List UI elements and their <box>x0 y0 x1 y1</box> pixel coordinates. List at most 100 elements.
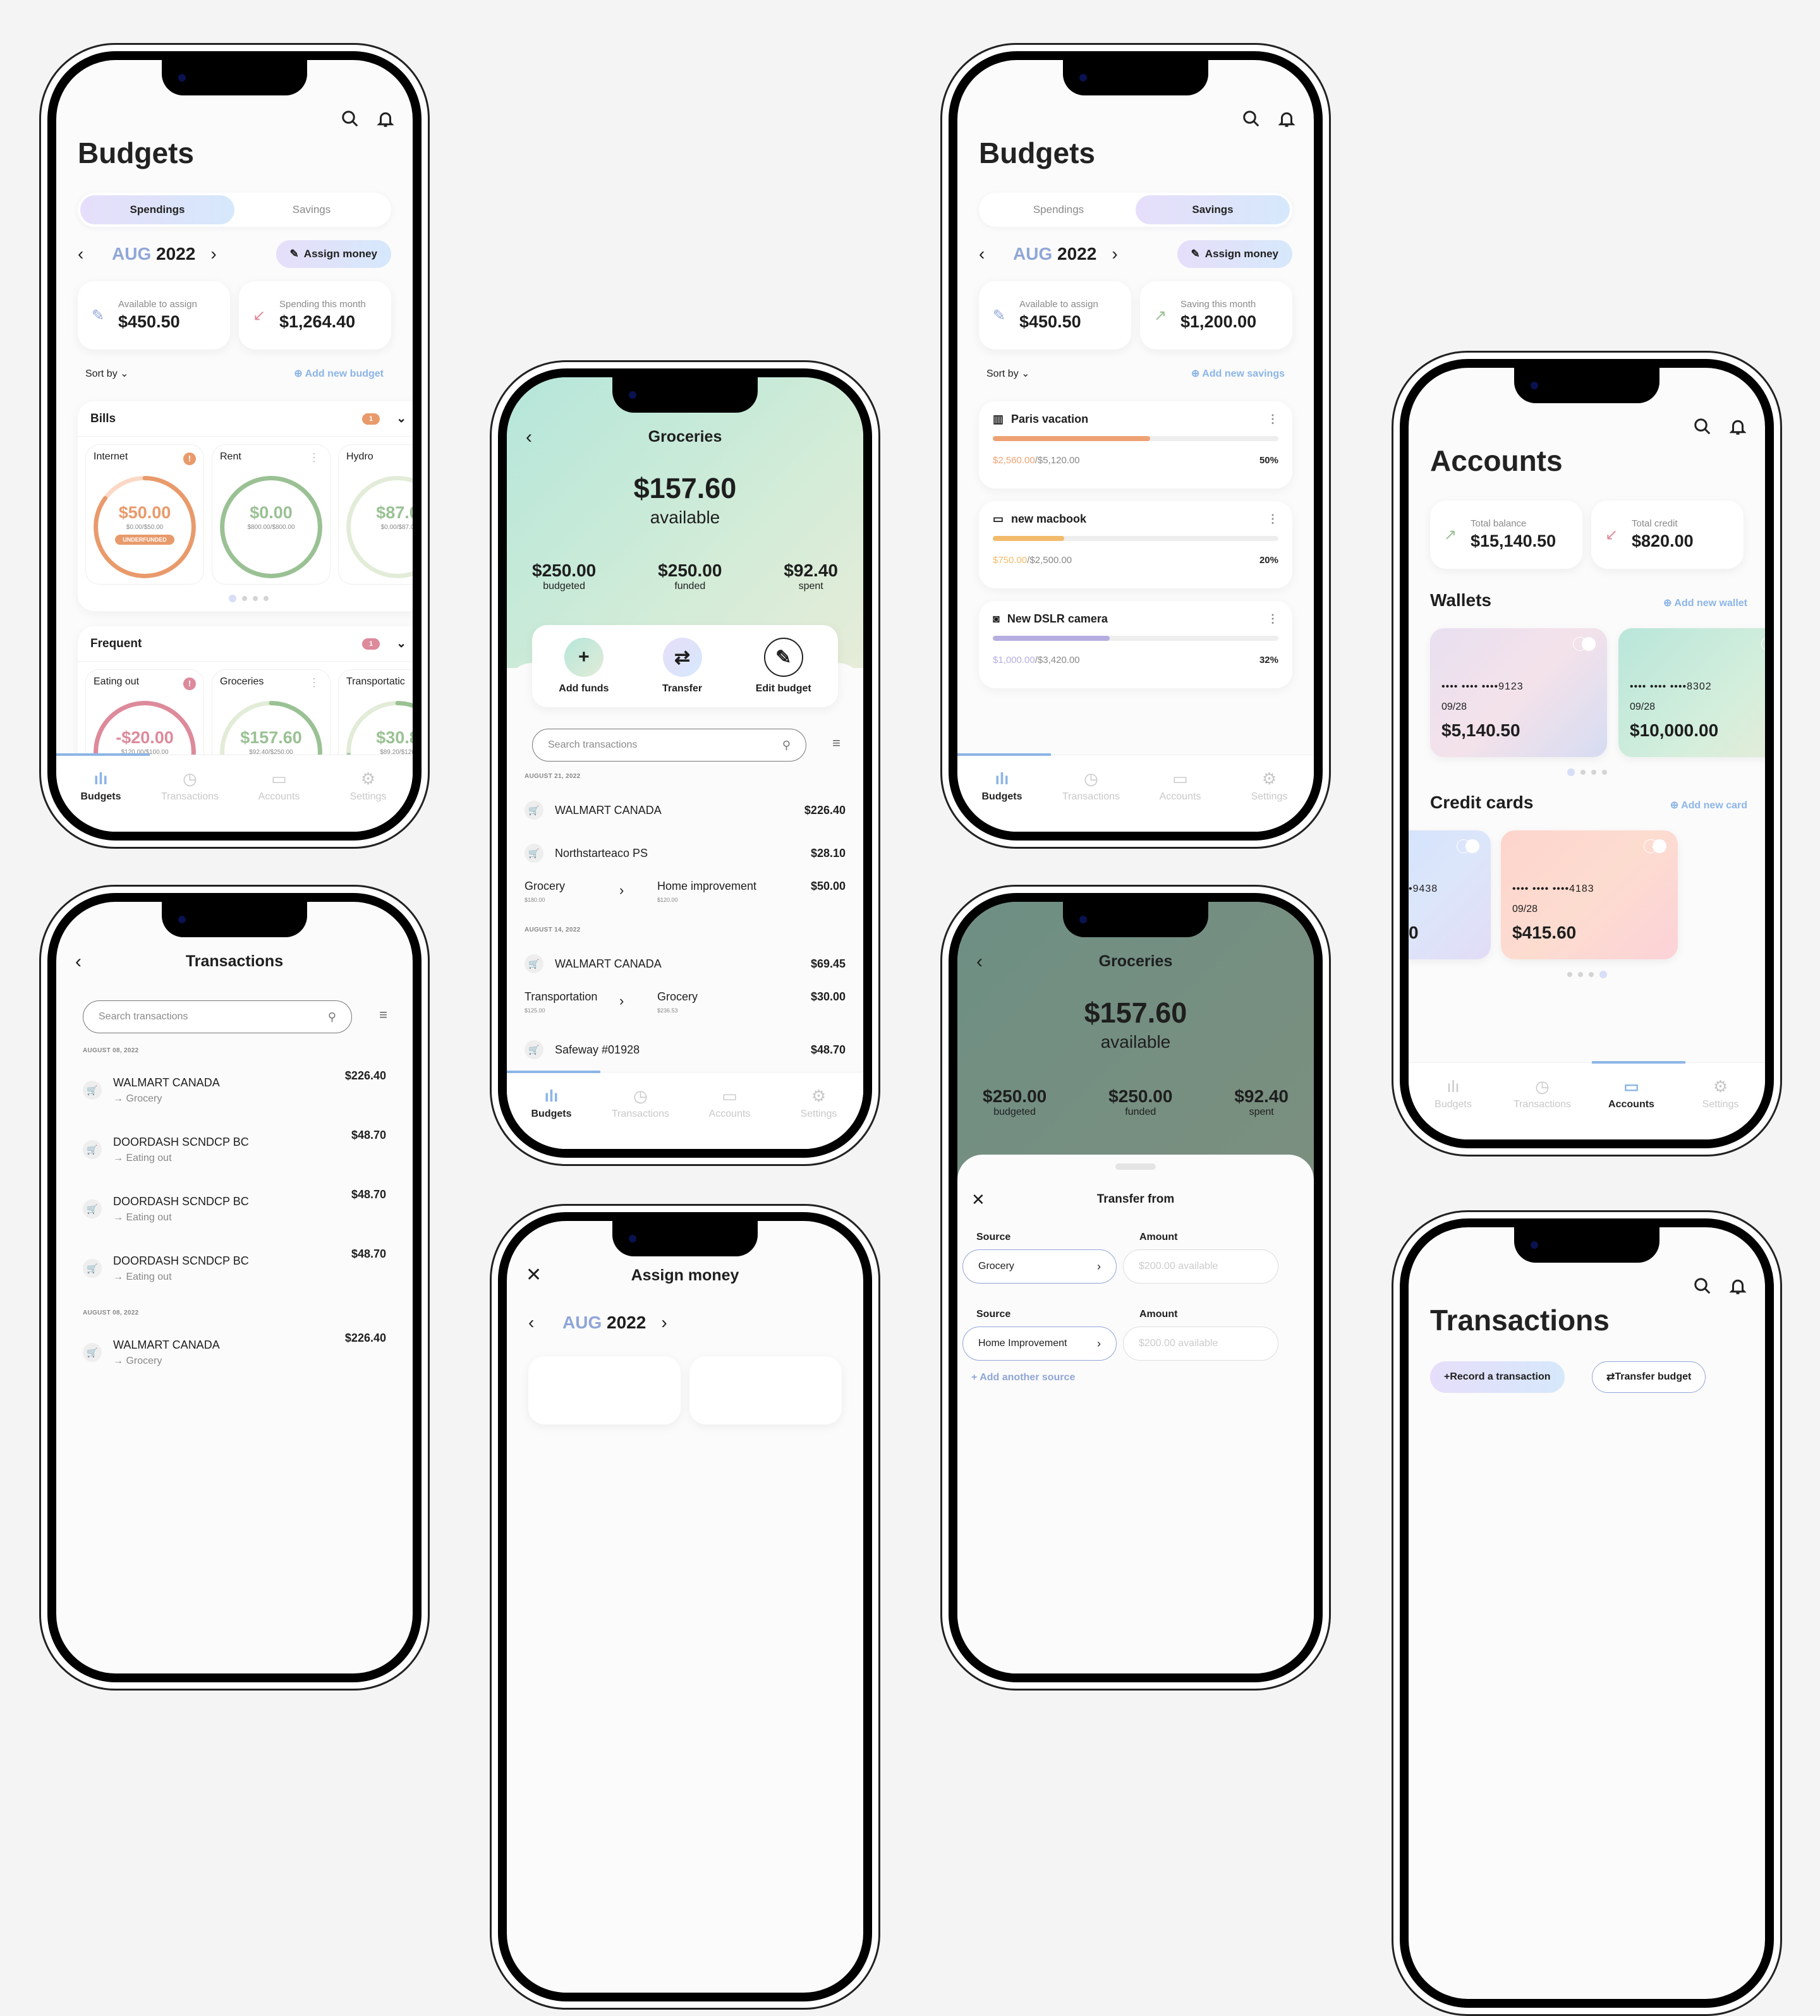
search-input[interactable]: Search transactions ⚲ <box>532 729 806 762</box>
transaction-row[interactable]: 🛒 Safeway #01928 $48.70 <box>525 1028 846 1071</box>
tab-accounts[interactable]: ▭ Accounts <box>1136 769 1225 832</box>
sort-by-dropdown[interactable]: Sort by ⌄ <box>85 367 129 380</box>
next-month-button[interactable]: › <box>210 244 229 264</box>
transaction-row[interactable]: 🛒 DOORDASH SCNDCP BC → Eating out $48.70 <box>83 1239 386 1298</box>
tab-budgets[interactable]: ılı Budgets <box>1409 1077 1498 1139</box>
chevron-down-icon[interactable]: ⌄ <box>396 411 406 426</box>
tab-transactions[interactable]: ◷ Transactions <box>1498 1077 1587 1139</box>
transfer-budget-button[interactable]: ⇄ Transfer budget <box>1592 1361 1706 1393</box>
next-month-button[interactable]: › <box>661 1313 680 1333</box>
arrow-right-icon: → <box>113 1093 126 1104</box>
transfer-to-balance: $120.00 <box>657 897 678 903</box>
tab-budgets[interactable]: ılı Budgets <box>957 769 1046 832</box>
next-month-button[interactable]: › <box>1112 244 1131 264</box>
tab-transactions[interactable]: ◷ Transactions <box>145 769 234 832</box>
source-select[interactable]: Grocery › <box>962 1249 1117 1284</box>
phone-transactions: ‹ Transactions Search transactions ⚲ ≡ AU… <box>39 885 430 1691</box>
prev-month-button[interactable]: ‹ <box>78 244 97 264</box>
assign-money-button[interactable]: ✎ Assign money <box>1177 240 1292 268</box>
savings-goal-card[interactable]: ▭ new macbook ⋮ $750.00/$2,500.00 20% <box>979 501 1292 588</box>
more-icon[interactable]: ⋮ <box>1267 413 1278 426</box>
savings-goal-card[interactable]: ◙ New DSLR camera ⋮ $1,000.00/$3,420.00 32% <box>979 601 1292 688</box>
amount-input[interactable]: $200.00 available <box>1123 1249 1278 1284</box>
tab-settings[interactable]: ⚙ Settings <box>324 769 413 832</box>
tab-budgets[interactable]: ılı Budgets <box>507 1086 596 1149</box>
group-header[interactable]: Bills 1 ⌄ <box>78 401 413 437</box>
filter-icon[interactable]: ≡ <box>832 735 840 751</box>
prev-month-button[interactable]: ‹ <box>979 244 998 264</box>
merchant-name: WALMART CANADA <box>555 803 662 817</box>
add-new-budget-link[interactable]: ⊕ Add new budget <box>294 367 384 380</box>
tab-spendings[interactable]: Spendings <box>80 195 234 224</box>
group-header[interactable]: Frequent 1 ⌄ <box>78 626 413 662</box>
category-name: Eating out <box>126 1152 172 1163</box>
budget-card[interactable]: Rent ⋮ $0.00 $800.00/$800.00 <box>212 444 331 585</box>
wallet-card[interactable]: •••• •••• ••••9123 09/28 $5,140.50 <box>1430 628 1607 757</box>
more-icon[interactable]: ⋮ <box>308 676 320 689</box>
transaction-row[interactable]: 🛒 Northstarteaco PS $28.10 <box>525 832 846 875</box>
search-icon[interactable] <box>1693 417 1712 436</box>
budget-remaining: $0.00 <box>250 503 293 522</box>
tab-accounts[interactable]: ▭ Accounts <box>685 1086 774 1149</box>
drag-handle[interactable] <box>1115 1163 1156 1170</box>
filter-icon[interactable]: ≡ <box>379 1007 387 1023</box>
search-icon[interactable] <box>341 109 360 128</box>
sort-by-dropdown[interactable]: Sort by ⌄ <box>986 367 1030 380</box>
transfer-button[interactable]: ⇄ Transfer <box>662 638 702 695</box>
goal-name: New DSLR camera <box>1007 612 1108 625</box>
assign-money-button[interactable]: ✎ Assign money <box>276 240 391 268</box>
tab-budgets[interactable]: ılı Budgets <box>56 769 145 832</box>
tab-savings[interactable]: Savings <box>234 195 389 224</box>
transaction-row[interactable]: 🛒 DOORDASH SCNDCP BC → Eating out $48.70 <box>83 1120 386 1179</box>
transfer-row[interactable]: Grocery $180.00 › Home improvement $120.00 $5… <box>525 875 846 918</box>
source-select[interactable]: Home Improvement › <box>962 1327 1117 1361</box>
group-name: Bills <box>90 411 116 425</box>
chevron-down-icon[interactable]: ⌄ <box>396 636 406 651</box>
prev-month-button[interactable]: ‹ <box>528 1313 547 1333</box>
more-icon[interactable]: ⋮ <box>1267 513 1278 526</box>
add-new-card-link[interactable]: ⊕ Add new card <box>1670 799 1747 811</box>
record-transaction-button[interactable]: + Record a transaction <box>1430 1361 1565 1393</box>
transfer-row[interactable]: Transportation $125.00 › Grocery $236.53 $30.… <box>525 985 846 1028</box>
add-funds-button[interactable]: + Add funds <box>559 638 609 695</box>
spent-label: spent <box>1249 1107 1274 1117</box>
search-icon[interactable] <box>1693 1277 1712 1296</box>
budget-card[interactable]: Internet! $50.00 $0.00/$50.00 UNDERFUNDED <box>85 444 204 585</box>
transaction-row[interactable]: 🛒 WALMART CANADA → Grocery $226.40 <box>83 1323 386 1382</box>
budget-pager[interactable] <box>78 592 413 611</box>
bell-icon[interactable] <box>1277 109 1296 128</box>
budget-card[interactable]: Hydro⋮$87.0$0.00/$87.0 <box>338 444 413 585</box>
transaction-row[interactable]: 🛒 WALMART CANADA $226.40 <box>525 789 846 832</box>
bell-icon[interactable] <box>1728 417 1747 436</box>
search-icon[interactable] <box>1242 109 1261 128</box>
bell-icon[interactable] <box>376 109 395 128</box>
tab-transactions[interactable]: ◷ Transactions <box>1046 769 1136 832</box>
stat-label: Available to assign <box>118 299 197 310</box>
add-new-wallet-link[interactable]: ⊕ Add new wallet <box>1663 597 1747 609</box>
tab-accounts[interactable]: ▭ Accounts <box>234 769 324 832</box>
more-icon[interactable]: ⋮ <box>1267 612 1278 626</box>
amount-input[interactable]: $200.00 available <box>1123 1327 1278 1361</box>
tab-settings[interactable]: ⚙ Settings <box>774 1086 863 1149</box>
tab-settings[interactable]: ⚙ Settings <box>1676 1077 1765 1139</box>
bell-icon[interactable] <box>1728 1277 1747 1296</box>
transaction-row[interactable]: 🛒 WALMART CANADA $69.45 <box>525 942 846 985</box>
tab-settings[interactable]: ⚙ Settings <box>1225 769 1314 832</box>
add-new-savings-link[interactable]: ⊕ Add new savings <box>1191 367 1285 380</box>
search-input[interactable]: Search transactions ⚲ <box>83 1000 352 1033</box>
edit-budget-button[interactable]: ✎ Edit budget <box>756 638 811 695</box>
tab-spendings[interactable]: Spendings <box>981 195 1136 224</box>
wallet-pager[interactable] <box>1409 766 1765 785</box>
wallet-card[interactable]: •••• •••• ••••8302 09/28 $10,000.00 <box>1618 628 1765 757</box>
tab-accounts[interactable]: ▭ Accounts <box>1587 1077 1676 1139</box>
credit-card[interactable]: •9438 0 <box>1409 830 1491 959</box>
credit-card[interactable]: •••• •••• ••••4183 09/28 $415.60 <box>1501 830 1678 959</box>
tab-savings[interactable]: Savings <box>1136 195 1290 224</box>
add-another-source-link[interactable]: + Add another source <box>971 1372 1075 1383</box>
more-icon[interactable]: ⋮ <box>308 451 320 465</box>
transaction-row[interactable]: 🛒 DOORDASH SCNDCP BC → Eating out $48.70 <box>83 1179 386 1239</box>
credit-card-pager[interactable] <box>1409 968 1765 987</box>
tab-transactions[interactable]: ◷ Transactions <box>596 1086 685 1149</box>
transaction-row[interactable]: 🛒 WALMART CANADA → Grocery $226.40 <box>83 1060 386 1120</box>
savings-goal-card[interactable]: ▥ Paris vacation ⋮ $2,560.00/$5,120.00 50% <box>979 401 1292 489</box>
